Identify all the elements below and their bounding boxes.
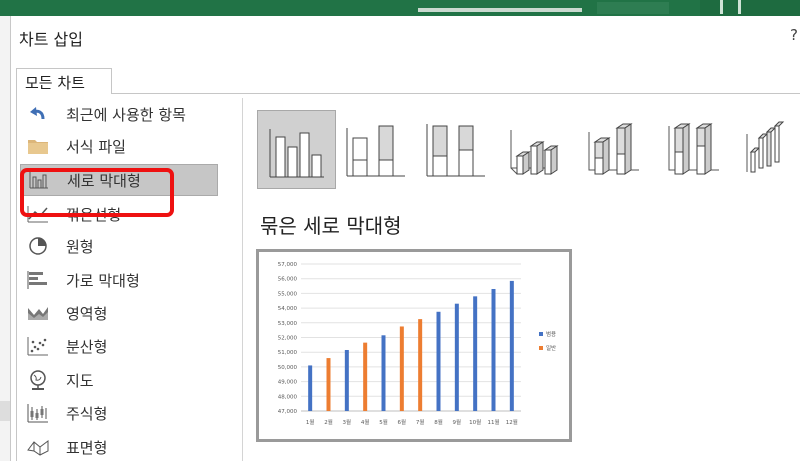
excel-background-element — [418, 8, 582, 12]
category-label: 지도 — [66, 371, 94, 390]
x-tick-label: 5월 — [379, 418, 388, 426]
category-label: 분산형 — [66, 337, 108, 356]
subtype-3d-clustered-column[interactable] — [497, 110, 576, 189]
category-label: 가로 막대형 — [66, 271, 140, 290]
chart-bar — [344, 349, 349, 411]
excel-background-element — [597, 2, 669, 14]
y-tick-label: 54,000 — [278, 306, 298, 312]
y-tick-label: 49,000 — [278, 380, 298, 386]
category-label: 영역형 — [66, 304, 108, 323]
y-tick-label: 51,000 — [278, 350, 298, 356]
bar-chart-icon — [26, 270, 50, 290]
x-tick-label: 2월 — [324, 418, 333, 426]
area-chart-icon — [26, 303, 50, 323]
pie-chart-icon — [26, 236, 50, 256]
category-label: 원형 — [66, 237, 94, 256]
category-item-bar[interactable]: 가로 막대형 — [20, 264, 218, 296]
x-tick-label: 3월 — [343, 418, 352, 426]
y-tick-label: 52,000 — [278, 336, 298, 342]
recent-icon — [26, 104, 50, 124]
excel-background-element — [700, 0, 800, 16]
y-tick-label: 55,000 — [278, 291, 298, 297]
category-item-pie[interactable]: 원형 — [20, 230, 218, 262]
subtype-100-stacked-column[interactable] — [417, 110, 496, 189]
legend-swatch — [539, 332, 543, 336]
y-tick-label: 53,000 — [278, 321, 298, 327]
chart-bar — [509, 280, 514, 411]
category-item-templates[interactable]: 서식 파일 — [20, 130, 218, 162]
x-tick-label: 10월 — [469, 418, 481, 426]
y-tick-label: 47,000 — [278, 409, 298, 415]
chart-bar — [418, 319, 423, 411]
help-button[interactable]: ? — [790, 26, 798, 44]
chart-preview[interactable]: 47,000 48,000 49,000 50,000 51,000 52,000 53,0… — [256, 249, 572, 442]
x-tick-label: 9월 — [453, 418, 462, 426]
category-label: 주식형 — [66, 404, 108, 423]
subtype-3d-column[interactable] — [737, 110, 800, 189]
chart-bar — [491, 288, 496, 411]
y-tick-label: 50,000 — [278, 365, 298, 371]
x-tick-label: 1월 — [306, 418, 315, 426]
tab-all-charts[interactable]: 모든 차트 — [16, 68, 112, 94]
excel-background-element — [738, 0, 741, 14]
category-label: 서식 파일 — [66, 137, 126, 156]
legend-swatch — [539, 346, 543, 350]
red-annotation-highlight — [20, 168, 174, 217]
folder-icon — [26, 136, 50, 156]
chart-bar — [326, 358, 331, 411]
subtype-3d-100-stacked-column[interactable] — [657, 110, 736, 189]
category-item-stock[interactable]: 주식형 — [20, 397, 218, 429]
selected-subtype-title: 묶은 세로 막대형 — [260, 214, 402, 238]
chart-bar — [473, 296, 478, 411]
y-tick-label: 56,000 — [278, 277, 298, 283]
legend-label: 범용 — [546, 330, 556, 338]
chart-bar — [454, 303, 459, 411]
panel-separator — [242, 98, 243, 461]
excel-background-element — [0, 401, 10, 421]
excel-background-sheet — [0, 16, 10, 461]
category-item-area[interactable]: 영역형 — [20, 297, 218, 329]
chart-bar — [399, 326, 404, 411]
x-tick-label: 12월 — [506, 418, 518, 426]
y-tick-label: 48,000 — [278, 394, 298, 400]
legend-label: 일반 — [546, 344, 556, 352]
subtype-clustered-column[interactable] — [257, 110, 336, 189]
x-tick-label: 11월 — [487, 418, 499, 426]
category-item-map[interactable]: 지도 — [20, 364, 218, 396]
excel-background-titlebar — [0, 0, 800, 16]
x-tick-label: 8월 — [434, 418, 443, 426]
x-tick-label: 7월 — [416, 418, 425, 426]
chart-bar — [308, 365, 313, 411]
globe-icon — [26, 370, 50, 390]
tab-divider — [16, 93, 800, 94]
subtype-3d-stacked-column[interactable] — [577, 110, 656, 189]
x-tick-label: 6월 — [398, 418, 407, 426]
surface-chart-icon — [26, 437, 50, 457]
excel-background-element — [720, 0, 723, 14]
x-tick-label: 4월 — [361, 418, 370, 426]
category-label: 표면형 — [66, 438, 108, 457]
scatter-chart-icon — [26, 336, 50, 356]
chart-bar — [381, 335, 386, 411]
category-item-scatter[interactable]: 분산형 — [20, 330, 218, 362]
y-tick-label: 57,000 — [278, 262, 298, 268]
dialog-title: 차트 삽입 — [19, 30, 83, 49]
category-item-recent[interactable]: 최근에 사용한 항목 — [20, 98, 218, 130]
chart-preview-svg: 47,000 48,000 49,000 50,000 51,000 52,000 53,0… — [278, 262, 556, 426]
category-item-surface[interactable]: 표면형 — [20, 431, 218, 461]
chart-bar — [363, 342, 368, 411]
chart-bar — [436, 311, 441, 411]
subtype-stacked-column[interactable] — [337, 110, 416, 189]
category-label: 최근에 사용한 항목 — [66, 105, 186, 124]
stock-chart-icon — [26, 403, 50, 423]
